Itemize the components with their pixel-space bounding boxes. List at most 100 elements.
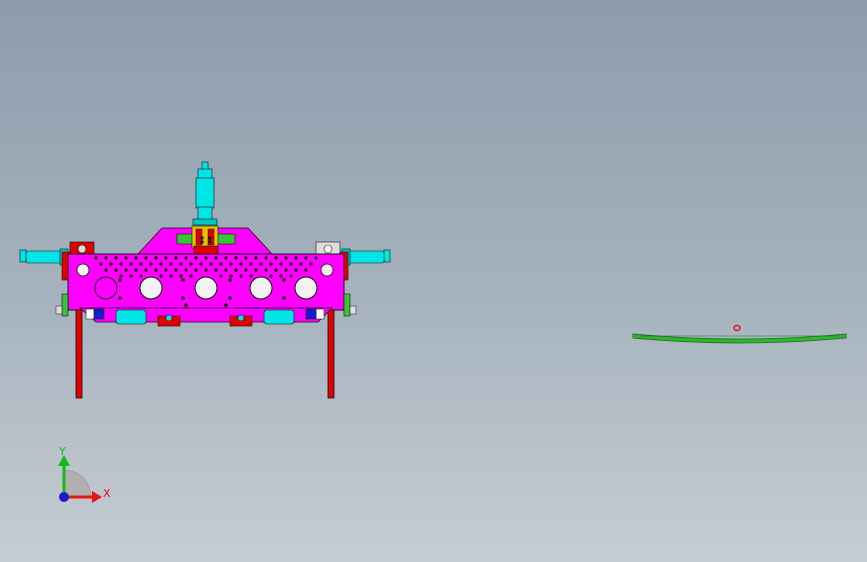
small-hole (164, 256, 168, 260)
small-hole (244, 256, 248, 260)
part-outline-icon (733, 324, 741, 332)
small-hole (194, 256, 198, 260)
small-hole (104, 268, 108, 272)
small-hole (282, 278, 286, 282)
small-hole (239, 274, 243, 278)
sheet-blank-part[interactable] (632, 324, 847, 344)
small-hole (244, 268, 248, 272)
small-hole (229, 274, 233, 278)
small-hole (194, 268, 198, 272)
small-hole (149, 262, 153, 266)
small-hole (144, 256, 148, 260)
small-hole (274, 256, 278, 260)
right-horizontal-cylinder[interactable] (341, 248, 391, 266)
coordinate-triad: Y X (58, 445, 111, 503)
small-hole (179, 262, 183, 266)
small-hole (282, 296, 286, 300)
small-hole (94, 256, 98, 260)
small-hole (284, 256, 288, 260)
small-hole (109, 262, 113, 266)
small-hole (249, 274, 253, 278)
small-hole (269, 262, 273, 266)
small-hole (104, 256, 108, 260)
small-hole (279, 274, 283, 278)
model-canvas[interactable]: Y X (0, 0, 867, 562)
small-hole (181, 296, 185, 300)
fixture-assembly[interactable] (19, 161, 391, 399)
left-side-pad[interactable] (61, 293, 69, 317)
small-hole (304, 256, 308, 260)
small-hole (249, 262, 253, 266)
small-hole (174, 268, 178, 272)
small-hole (254, 268, 258, 272)
small-hole (118, 296, 122, 300)
small-hole (269, 274, 273, 278)
small-hole (234, 268, 238, 272)
small-hole (181, 278, 185, 282)
small-hole (204, 268, 208, 272)
left-horizontal-cylinder[interactable] (19, 248, 69, 266)
x-axis-label: X (103, 487, 111, 500)
small-hole (254, 256, 258, 260)
small-hole (159, 262, 163, 266)
small-hole (239, 262, 243, 266)
small-hole (284, 268, 288, 272)
small-hole (154, 256, 158, 260)
right-side-pad[interactable] (343, 293, 351, 317)
z-axis-dot (59, 492, 69, 502)
small-hole (129, 274, 133, 278)
small-hole (119, 262, 123, 266)
small-hole (199, 262, 203, 266)
small-hole (299, 262, 303, 266)
small-hole (214, 256, 218, 260)
small-hole (204, 256, 208, 260)
small-hole (289, 262, 293, 266)
small-hole (289, 274, 293, 278)
small-hole (314, 256, 318, 260)
small-hole (224, 268, 228, 272)
small-hole (134, 256, 138, 260)
small-hole (129, 262, 133, 266)
small-hole (228, 296, 232, 300)
small-hole (224, 303, 228, 307)
small-hole (189, 262, 193, 266)
small-hole (174, 256, 178, 260)
small-hole (114, 256, 118, 260)
small-hole (164, 268, 168, 272)
small-hole (124, 268, 128, 272)
small-hole (119, 274, 123, 278)
small-hole (154, 268, 158, 272)
small-hole (264, 256, 268, 260)
small-hole (99, 262, 103, 266)
small-hole (294, 268, 298, 272)
small-hole (209, 262, 213, 266)
small-hole (114, 268, 118, 272)
right-screw (349, 305, 357, 315)
small-hole (124, 256, 128, 260)
small-hole (234, 256, 238, 260)
small-hole (184, 268, 188, 272)
cad-graphics-viewport[interactable]: Y X (0, 0, 867, 562)
small-hole (189, 274, 193, 278)
small-hole (294, 256, 298, 260)
vertical-cylinder[interactable] (192, 161, 218, 226)
small-hole (134, 268, 138, 272)
y-axis-label: Y (58, 445, 66, 458)
small-hole (224, 256, 228, 260)
small-hole (229, 262, 233, 266)
small-hole (184, 256, 188, 260)
small-hole (304, 268, 308, 272)
small-hole (179, 274, 183, 278)
small-hole (169, 262, 173, 266)
small-hole (264, 268, 268, 272)
small-hole (144, 268, 148, 272)
left-screw (55, 305, 63, 315)
small-hole (159, 274, 163, 278)
small-hole (139, 274, 143, 278)
small-hole (118, 278, 122, 282)
small-hole (139, 262, 143, 266)
small-hole (279, 262, 283, 266)
small-hole (184, 303, 188, 307)
small-hole (274, 268, 278, 272)
triad-arc (63, 469, 92, 498)
